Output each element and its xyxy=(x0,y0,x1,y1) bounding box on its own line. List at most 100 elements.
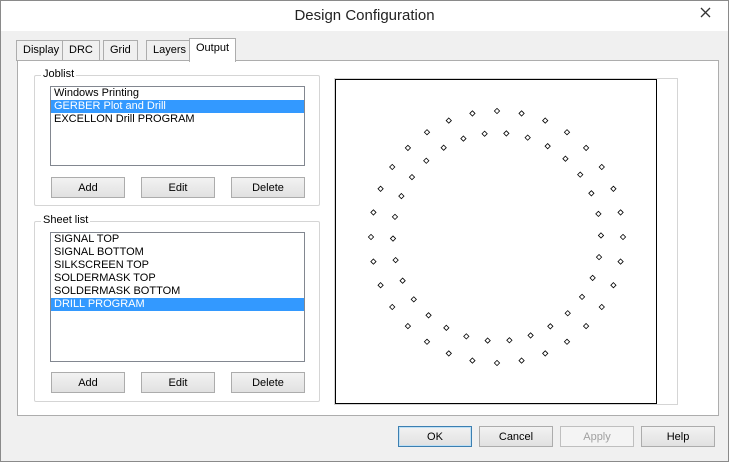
list-item[interactable]: GERBER Plot and Drill xyxy=(51,100,304,113)
tab-label: Grid xyxy=(110,44,131,56)
list-item[interactable]: SIGNAL TOP xyxy=(51,233,304,246)
drill-hole-icon xyxy=(595,253,603,261)
list-item[interactable]: EXCELLON Drill PROGRAM xyxy=(51,113,304,126)
joblist-edit-button[interactable]: Edit xyxy=(141,177,215,198)
drill-hole-icon xyxy=(610,282,617,289)
drill-hole-icon xyxy=(595,210,602,218)
drill-hole-icon xyxy=(542,117,549,124)
cancel-button[interactable]: Cancel xyxy=(479,426,553,447)
drill-hole-icon xyxy=(617,258,624,265)
drill-hole-icon xyxy=(460,135,467,142)
drill-preview-canvas xyxy=(335,79,657,404)
list-item[interactable]: SIGNAL BOTTOM xyxy=(51,246,304,259)
tab-layers[interactable]: Layers xyxy=(146,40,194,61)
drill-hole-icon xyxy=(408,173,416,181)
drill-hole-icon xyxy=(440,144,447,151)
drill-hole-icon xyxy=(563,338,571,345)
drill-hole-icon xyxy=(423,129,431,136)
sheetlist-delete-button[interactable]: Delete xyxy=(231,372,305,393)
drill-hole-icon xyxy=(370,209,377,216)
drill-hole-icon xyxy=(563,129,571,136)
joblist-label: Joblist xyxy=(41,68,77,80)
drill-hole-icon xyxy=(370,258,377,265)
drill-hole-icon xyxy=(619,233,627,241)
drill-hole-icon xyxy=(518,357,525,364)
tab-grid[interactable]: Grid xyxy=(103,40,138,61)
drill-hole-plot xyxy=(367,107,627,367)
drill-hole-icon xyxy=(547,323,554,330)
close-button[interactable] xyxy=(690,2,720,22)
list-item[interactable]: SILKSCREEN TOP xyxy=(51,259,304,272)
drill-hole-icon xyxy=(443,324,450,331)
list-item[interactable]: Windows Printing xyxy=(51,87,304,100)
sheetlist-edit-button[interactable]: Edit xyxy=(141,372,215,393)
close-icon xyxy=(700,7,711,18)
tab-output[interactable]: Output xyxy=(189,38,237,62)
drill-hole-icon xyxy=(377,282,384,289)
drill-hole-icon xyxy=(389,235,397,242)
tab-label: DRC xyxy=(69,44,93,56)
drill-hole-icon xyxy=(578,293,586,301)
apply-button[interactable]: Apply xyxy=(560,426,634,447)
joblist-delete-button[interactable]: Delete xyxy=(231,177,305,198)
drill-hole-icon xyxy=(562,155,569,162)
joblist-listbox[interactable]: Windows Printing GERBER Plot and Drill E… xyxy=(50,86,305,166)
drill-hole-icon xyxy=(582,144,590,152)
drill-hole-icon xyxy=(617,209,624,216)
drill-hole-icon xyxy=(445,350,452,357)
drill-hole-icon xyxy=(410,296,417,303)
ok-button[interactable]: OK xyxy=(398,426,472,447)
design-configuration-dialog: Design Configuration Display DRC Grid La… xyxy=(0,0,729,462)
title-bar: Design Configuration xyxy=(1,1,728,31)
joblist-group: Joblist Windows Printing GERBER Plot and… xyxy=(34,68,320,206)
drill-hole-icon xyxy=(423,157,430,164)
drill-hole-icon xyxy=(481,130,488,137)
drill-hole-icon xyxy=(506,337,513,344)
tab-label: Output xyxy=(196,42,230,54)
tab-drc[interactable]: DRC xyxy=(62,40,100,61)
drill-hole-icon xyxy=(610,185,617,192)
drill-hole-icon xyxy=(367,233,375,241)
drill-hole-icon xyxy=(544,143,551,150)
tab-display[interactable]: Display xyxy=(16,40,67,61)
sheetlist-listbox[interactable]: SIGNAL TOP SIGNAL BOTTOM SILKSCREEN TOP … xyxy=(50,232,305,362)
list-item[interactable]: SOLDERMASK BOTTOM xyxy=(51,285,304,298)
drill-hole-icon xyxy=(518,110,525,117)
drill-hole-icon xyxy=(469,110,476,117)
drill-hole-icon xyxy=(445,117,452,124)
drill-hole-icon xyxy=(463,333,470,340)
sheetlist-label: Sheet list xyxy=(41,214,91,226)
drill-hole-icon xyxy=(598,163,605,171)
window-title: Design Configuration xyxy=(294,7,435,24)
drill-hole-icon xyxy=(391,213,399,221)
drill-hole-icon xyxy=(542,350,549,357)
sheetlist-group: Sheet list SIGNAL TOP SIGNAL BOTTOM SILK… xyxy=(34,214,320,402)
list-item[interactable]: SOLDERMASK TOP xyxy=(51,272,304,285)
drill-hole-icon xyxy=(524,134,531,141)
drill-hole-icon xyxy=(597,232,605,239)
joblist-add-button[interactable]: Add xyxy=(51,177,125,198)
drill-hole-icon xyxy=(484,337,491,344)
drill-hole-icon xyxy=(425,312,432,319)
drill-hole-icon xyxy=(469,357,476,364)
drill-hole-icon xyxy=(392,256,399,264)
drill-hole-icon xyxy=(493,107,501,115)
drill-hole-icon xyxy=(423,338,431,345)
help-button[interactable]: Help xyxy=(641,426,715,447)
drill-hole-icon xyxy=(377,185,384,192)
drill-hole-icon xyxy=(404,144,412,152)
drill-hole-icon xyxy=(493,359,501,367)
list-item[interactable]: DRILL PROGRAM xyxy=(51,298,304,311)
drill-hole-icon xyxy=(527,332,534,339)
drill-hole-icon xyxy=(404,322,412,330)
drill-hole-icon xyxy=(389,163,396,171)
tab-label: Layers xyxy=(153,44,187,56)
sheetlist-add-button[interactable]: Add xyxy=(51,372,125,393)
drill-hole-icon xyxy=(398,192,405,200)
drill-hole-icon xyxy=(582,322,590,330)
drill-hole-icon xyxy=(598,303,605,311)
drill-hole-icon xyxy=(577,171,584,178)
drill-hole-icon xyxy=(389,303,396,311)
output-tab-panel: Joblist Windows Printing GERBER Plot and… xyxy=(17,60,719,416)
drill-hole-icon xyxy=(399,277,406,284)
